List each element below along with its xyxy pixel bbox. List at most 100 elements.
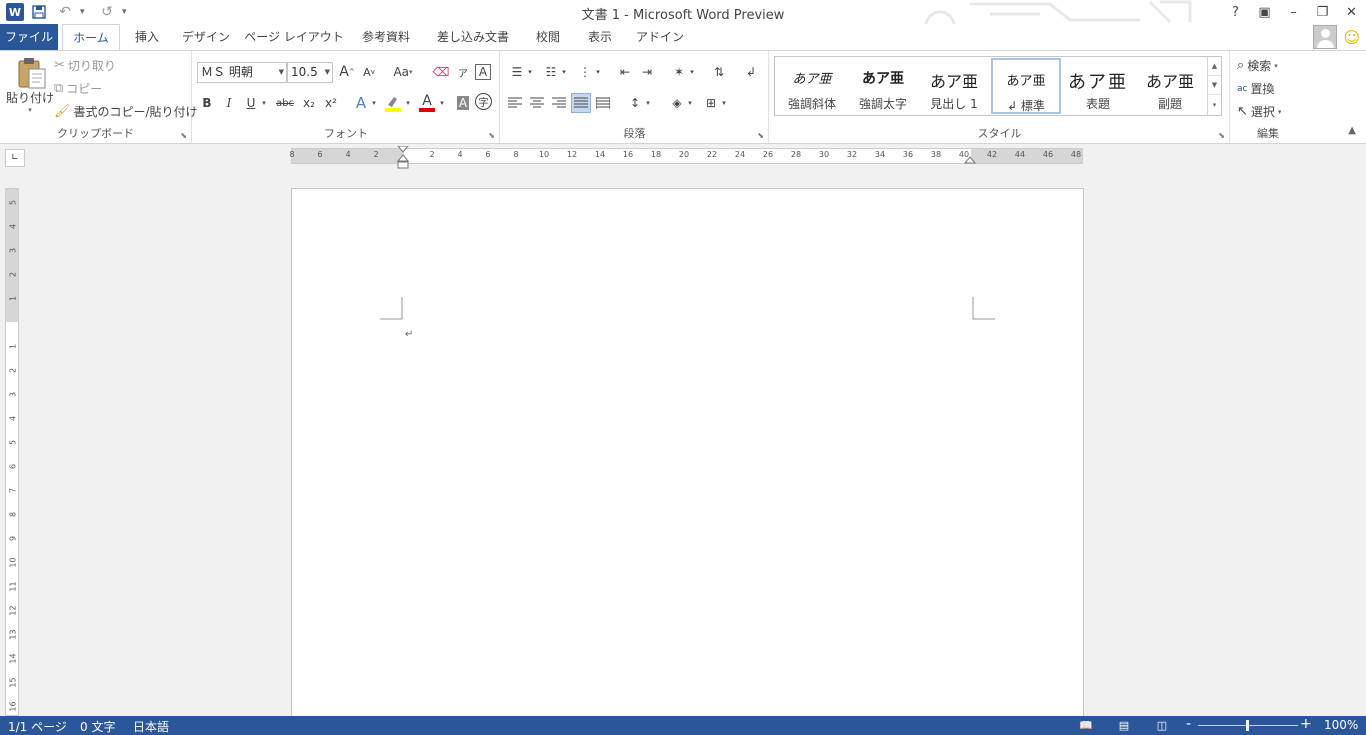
- bold-button[interactable]: B: [197, 93, 217, 113]
- highlight-button[interactable]: [383, 93, 403, 113]
- styles-launcher-icon[interactable]: ⬊: [1218, 131, 1225, 140]
- shrink-font-button[interactable]: Av: [359, 62, 379, 82]
- find-button[interactable]: ⌕ 検索 ▾: [1237, 57, 1278, 74]
- indent-markers-icon[interactable]: [397, 146, 409, 170]
- style-subtitle[interactable]: あア亜 副題: [1135, 58, 1205, 114]
- style-normal[interactable]: あア亜 ↲ 標準: [991, 58, 1061, 114]
- phonetic-guide-icon[interactable]: ア: [453, 62, 473, 82]
- change-case-button[interactable]: Aa ▾: [389, 62, 417, 82]
- multilevel-list-icon[interactable]: ⋮: [575, 62, 595, 82]
- tab-file[interactable]: ファイル: [0, 24, 58, 50]
- underline-dropdown-icon[interactable]: ▾: [259, 93, 269, 113]
- zoom-level[interactable]: 100%: [1324, 718, 1358, 732]
- align-center-icon[interactable]: [527, 93, 547, 113]
- web-layout-icon[interactable]: ◫: [1154, 718, 1170, 732]
- tab-selector[interactable]: ∟: [5, 149, 25, 167]
- bullets-icon[interactable]: ☰: [507, 62, 527, 82]
- italic-button[interactable]: I: [219, 93, 239, 113]
- bullets-dropdown-icon[interactable]: ▾: [525, 62, 535, 82]
- language[interactable]: 日本語: [133, 718, 169, 735]
- font-color-button[interactable]: A: [417, 93, 437, 113]
- asian-layout-icon[interactable]: ✶: [669, 62, 689, 82]
- character-border-button[interactable]: A: [475, 64, 491, 80]
- grow-font-button[interactable]: A ^: [337, 62, 357, 82]
- numbering-dropdown-icon[interactable]: ▾: [559, 62, 569, 82]
- gallery-more-icon[interactable]: ▾: [1208, 95, 1221, 114]
- document-page[interactable]: ↵: [291, 188, 1084, 728]
- line-spacing-dropdown-icon[interactable]: ▾: [643, 93, 653, 113]
- sort-icon[interactable]: ⇅: [709, 62, 729, 82]
- tab-add-ins[interactable]: アドイン: [632, 24, 688, 50]
- help-button[interactable]: ?: [1221, 0, 1250, 24]
- font-size-combo[interactable]: 10.5 ▼: [287, 62, 333, 83]
- zoom-slider-thumb[interactable]: [1246, 720, 1249, 731]
- increase-indent-icon[interactable]: ⇥: [637, 62, 657, 82]
- paste-button[interactable]: 貼り付け ▾: [6, 57, 54, 114]
- tab-design[interactable]: デザイン: [176, 24, 236, 50]
- copy-button[interactable]: ⧉ コピー: [54, 80, 102, 97]
- style-title[interactable]: あア亜 表題: [1063, 58, 1133, 114]
- close-button[interactable]: ✕: [1337, 0, 1366, 24]
- read-mode-icon[interactable]: 📖: [1078, 718, 1094, 732]
- align-right-icon[interactable]: [549, 93, 569, 113]
- superscript-button[interactable]: x²: [321, 93, 341, 113]
- tab-home[interactable]: ホーム: [62, 24, 120, 51]
- shading-dropdown-icon[interactable]: ▾: [685, 93, 695, 113]
- multilevel-list-dropdown-icon[interactable]: ▾: [593, 62, 603, 82]
- zoom-out-button[interactable]: -: [1186, 716, 1191, 732]
- font-size-dropdown-icon[interactable]: ▼: [325, 63, 330, 82]
- replace-button[interactable]: ac 置換: [1237, 80, 1274, 97]
- word-count[interactable]: 0 文字: [80, 718, 115, 735]
- justify-icon[interactable]: [571, 93, 591, 113]
- gallery-down-icon[interactable]: ▼: [1208, 76, 1221, 95]
- select-button[interactable]: ↖ 選択 ▾: [1237, 103, 1281, 120]
- line-spacing-icon[interactable]: ↕: [625, 93, 645, 113]
- find-dropdown-icon[interactable]: ▾: [1274, 62, 1278, 70]
- text-effects-button[interactable]: A: [351, 93, 371, 113]
- select-dropdown-icon[interactable]: ▾: [1278, 108, 1282, 116]
- distributed-icon[interactable]: [593, 93, 613, 113]
- font-name-combo[interactable]: ＭＳ 明朝 ▼: [197, 62, 287, 83]
- tab-view[interactable]: 表示: [580, 24, 620, 50]
- style-heading-1[interactable]: あア亜 見出し 1: [919, 58, 989, 114]
- underline-button[interactable]: U: [241, 93, 261, 113]
- vertical-ruler[interactable]: 5 4 3 2 1 1 2 3 4 5 6 7 8 9 10 11 12 13 14 15 16: [5, 188, 19, 716]
- text-effects-dropdown-icon[interactable]: ▾: [369, 93, 379, 113]
- strikethrough-button[interactable]: abc: [275, 93, 295, 113]
- smiley-feedback-icon[interactable]: ☺: [1343, 28, 1360, 47]
- avatar[interactable]: [1313, 25, 1338, 49]
- clear-formatting-icon[interactable]: ⌫: [431, 62, 451, 82]
- subscript-button[interactable]: x₂: [299, 93, 319, 113]
- tab-review[interactable]: 校閲: [528, 24, 568, 50]
- restore-button[interactable]: ❐: [1308, 0, 1337, 24]
- paragraph-launcher-icon[interactable]: ⬊: [757, 131, 764, 140]
- minimize-button[interactable]: –: [1279, 0, 1308, 24]
- ribbon-display-options-button[interactable]: ▣: [1250, 0, 1279, 24]
- paste-dropdown-icon[interactable]: ▾: [28, 106, 32, 114]
- numbering-icon[interactable]: ☷: [541, 62, 561, 82]
- decrease-indent-icon[interactable]: ⇤: [615, 62, 635, 82]
- right-indent-icon[interactable]: [964, 155, 976, 165]
- print-layout-icon[interactable]: ▤: [1116, 718, 1132, 732]
- tab-references[interactable]: 参考資料: [352, 24, 420, 50]
- collapse-ribbon-icon[interactable]: ▲: [1348, 125, 1356, 136]
- style-strong[interactable]: あア亜 強調太字: [848, 58, 918, 114]
- format-painter-button[interactable]: 🖌 書式のコピー/貼り付け: [54, 103, 198, 120]
- show-hide-marks-icon[interactable]: ↲: [741, 62, 761, 82]
- zoom-in-button[interactable]: +: [1300, 716, 1312, 732]
- borders-dropdown-icon[interactable]: ▾: [719, 93, 729, 113]
- font-launcher-icon[interactable]: ⬊: [488, 131, 495, 140]
- shading-icon[interactable]: ◈: [667, 93, 687, 113]
- font-name-dropdown-icon[interactable]: ▼: [279, 63, 284, 82]
- character-shading-button[interactable]: A: [453, 93, 473, 113]
- enclose-characters-button[interactable]: 字: [475, 93, 492, 110]
- tab-page-layout[interactable]: ページ レイアウト: [244, 24, 344, 50]
- cut-button[interactable]: ✂ 切り取り: [54, 57, 116, 74]
- page-count[interactable]: 1/1 ページ: [8, 718, 67, 735]
- align-left-icon[interactable]: [505, 93, 525, 113]
- tab-insert[interactable]: 挿入: [124, 24, 170, 50]
- borders-icon[interactable]: ⊞: [701, 93, 721, 113]
- font-color-dropdown-icon[interactable]: ▾: [437, 93, 447, 113]
- highlight-dropdown-icon[interactable]: ▾: [403, 93, 413, 113]
- style-emphasis-italic[interactable]: あア亜 強調斜体: [777, 58, 847, 114]
